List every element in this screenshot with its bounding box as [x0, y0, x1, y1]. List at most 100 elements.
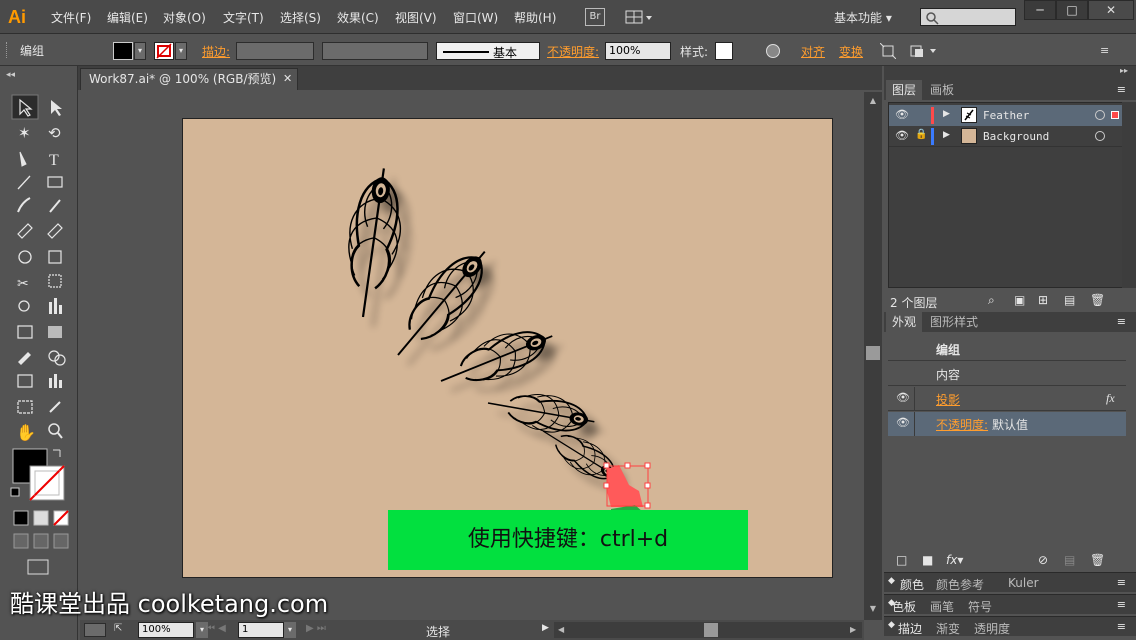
appearance-row-contents[interactable]: 内容 — [888, 362, 1126, 386]
recolor-artwork-icon[interactable] — [766, 44, 780, 58]
tab-color-guide[interactable]: 颜色参考 — [936, 576, 984, 593]
delete-layer-icon[interactable]: 🗑 — [1090, 293, 1105, 307]
color-panel-group[interactable]: ◆ 颜色 颜色参考 Kuler ≡ — [884, 572, 1136, 592]
artboard-number-input[interactable]: 1 — [238, 622, 284, 638]
menu-view[interactable]: 视图(V) — [395, 9, 437, 26]
scroll-down-arrow[interactable]: ▼ — [866, 604, 880, 613]
select-similar-icon[interactable] — [910, 43, 938, 59]
layers-panel-menu-icon[interactable]: ≡ — [1117, 83, 1126, 96]
new-sublayer-icon[interactable]: ⊞ — [1038, 293, 1048, 307]
appearance-row-opacity[interactable]: 👁 不透明度: 默认值 — [888, 412, 1126, 436]
layers-scrollbar[interactable] — [1122, 102, 1136, 288]
eye-icon[interactable]: 👁 — [895, 129, 909, 142]
artboard[interactable] — [182, 118, 833, 578]
appearance-row-label[interactable]: 不透明度: — [936, 416, 988, 433]
stroke-panel-group[interactable]: ◆ 描边 渐变 透明度 ≡ — [884, 616, 1136, 636]
expand-arrow-icon[interactable]: ◆ — [888, 620, 895, 630]
eye-icon[interactable]: 👁 — [895, 108, 909, 121]
appearance-panel-menu-icon[interactable]: ≡ — [1117, 315, 1126, 328]
graphic-style-swatch[interactable] — [715, 42, 733, 60]
variable-width-dropdown[interactable] — [322, 42, 428, 60]
duplicate-item-icon[interactable]: ▤ — [1064, 553, 1075, 567]
grip-handle[interactable] — [6, 42, 10, 58]
locate-object-icon[interactable]: ⌕ — [988, 293, 995, 308]
status-menu-arrow[interactable]: ▶ — [542, 623, 549, 633]
scroll-up-arrow[interactable]: ▲ — [866, 96, 880, 105]
zoom-input[interactable]: 100% — [138, 622, 194, 638]
fill-swatch[interactable] — [113, 42, 133, 60]
stroke-swatch[interactable] — [154, 42, 174, 60]
vertical-scrollbar[interactable]: ▲ ▼ — [864, 92, 882, 620]
add-effect-icon[interactable]: fx▾ — [946, 553, 963, 567]
menu-help[interactable]: 帮助(H) — [514, 9, 556, 26]
opacity-input[interactable]: 100% — [605, 42, 671, 60]
new-layer-icon[interactable]: ▤ — [1064, 293, 1075, 307]
tab-brushes[interactable]: 画笔 — [930, 598, 954, 615]
appearance-row-drop-shadow[interactable]: 👁 投影 fx — [888, 387, 1126, 411]
isolate-group-icon[interactable] — [879, 42, 897, 60]
add-stroke-icon[interactable]: □ — [896, 553, 907, 567]
close-tab-icon[interactable]: ✕ — [283, 69, 292, 89]
panel-menu-icon[interactable]: ≡ — [1117, 576, 1126, 589]
panel-menu-icon[interactable]: ≡ — [1117, 598, 1126, 611]
tab-artboards[interactable]: 画板 — [924, 80, 960, 100]
expand-arrow-icon[interactable]: ▶ — [943, 109, 950, 119]
stroke-weight-input[interactable] — [236, 42, 314, 60]
tab-transparency[interactable]: 透明度 — [974, 620, 1010, 637]
collapse-dock-icon[interactable]: ▸▸ — [1120, 66, 1128, 75]
collapse-toolbox-icon[interactable]: ◂◂ — [6, 70, 15, 80]
target-icon[interactable] — [1095, 110, 1105, 120]
expand-arrow-icon[interactable]: ▶ — [943, 130, 950, 140]
scroll-right-arrow[interactable]: ▶ — [850, 625, 856, 634]
bridge-button[interactable]: Br — [585, 8, 605, 26]
tab-swatches[interactable]: 色板 — [892, 598, 916, 615]
open-in-bridge-icon[interactable]: ⇱ — [114, 623, 128, 637]
menu-select[interactable]: 选择(S) — [280, 9, 321, 26]
workspace-switcher[interactable]: 基本功能 ▾ — [834, 9, 892, 26]
lock-icon[interactable]: 🔒 — [915, 129, 927, 140]
first-artboard-icon[interactable]: ⏮ ◀ — [206, 623, 236, 634]
menu-edit[interactable]: 编辑(E) — [107, 9, 148, 26]
fill-dropdown[interactable]: ▾ — [134, 42, 146, 60]
artboard-dropdown[interactable]: ▾ — [284, 622, 296, 638]
tab-kuler[interactable]: Kuler — [1008, 576, 1039, 590]
transform-link[interactable]: 变换 — [839, 43, 863, 60]
opacity-label[interactable]: 不透明度: — [547, 43, 599, 60]
eye-icon[interactable]: 👁 — [896, 416, 910, 429]
menu-effect[interactable]: 效果(C) — [337, 9, 379, 26]
tab-layers[interactable]: 图层 — [886, 80, 923, 100]
selection-indicator[interactable] — [1111, 111, 1119, 119]
clipping-mask-icon[interactable]: ▣ — [1014, 293, 1025, 307]
swatches-panel-group[interactable]: ◆ 色板 画笔 符号 ≡ — [884, 594, 1136, 614]
menu-object[interactable]: 对象(O) — [163, 9, 206, 26]
target-icon[interactable] — [1095, 131, 1105, 141]
align-link[interactable]: 对齐 — [801, 43, 825, 60]
menu-window[interactable]: 窗口(W) — [453, 9, 498, 26]
fx-icon[interactable]: fx — [1106, 391, 1115, 406]
panel-menu-icon[interactable]: ≡ — [1117, 620, 1126, 633]
layer-row-feather[interactable]: 👁 ▶ Feather — [889, 105, 1123, 126]
document-tab[interactable]: Work87.ai* @ 100% (RGB/预览) ✕ — [80, 68, 298, 90]
menu-file[interactable]: 文件(F) — [51, 9, 91, 26]
tab-gradient[interactable]: 渐变 — [936, 620, 960, 637]
horizontal-scrollbar[interactable]: ◀ ▶ — [554, 622, 862, 638]
maximize-button[interactable]: □ — [1056, 0, 1088, 20]
vertical-scroll-thumb[interactable] — [866, 346, 880, 360]
tab-appearance[interactable]: 外观 — [886, 312, 923, 332]
artboard-nav-icon[interactable] — [84, 623, 106, 637]
scroll-left-arrow[interactable]: ◀ — [558, 625, 564, 634]
stroke-dropdown[interactable]: ▾ — [175, 42, 187, 60]
close-button[interactable]: ✕ — [1088, 0, 1134, 20]
last-artboard-icon[interactable]: ▶ ⏭ — [306, 623, 336, 634]
panel-menu-icon[interactable]: ≡ — [1100, 44, 1116, 58]
tab-color[interactable]: 颜色 — [900, 576, 924, 593]
stroke-label[interactable]: 描边: — [202, 43, 230, 60]
brush-definition-dropdown[interactable]: 基本 — [436, 42, 540, 60]
menu-type[interactable]: 文字(T) — [223, 9, 264, 26]
clear-appearance-icon[interactable]: ⊘ — [1038, 553, 1048, 567]
eye-icon[interactable]: 👁 — [896, 391, 910, 404]
appearance-row-label[interactable]: 投影 — [936, 391, 960, 408]
tab-symbols[interactable]: 符号 — [968, 598, 992, 615]
minimize-button[interactable]: ─ — [1024, 0, 1056, 20]
arrange-documents-icon[interactable] — [625, 9, 653, 25]
